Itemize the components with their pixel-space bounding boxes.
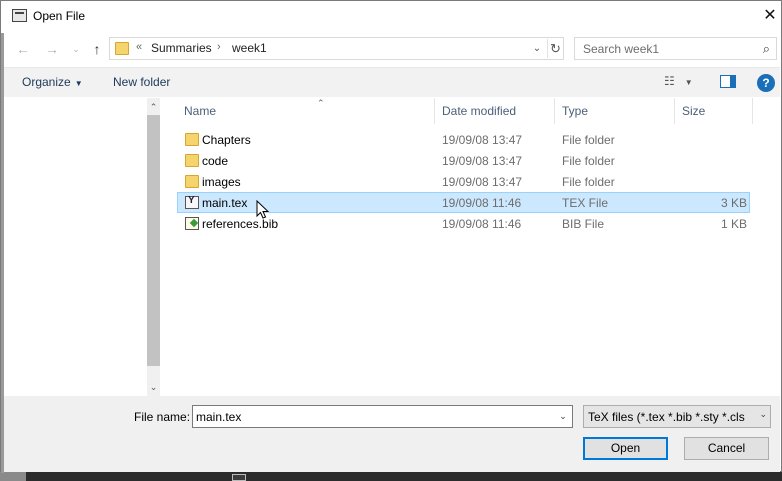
file-row-code[interactable]: code 19/09/08 13:47 File folder [177, 150, 750, 171]
file-type: File folder [562, 175, 615, 189]
caret-down-icon: ▼ [74, 79, 83, 88]
details-view-icon: ☷ [664, 74, 675, 88]
column-date-label: Date modified [442, 104, 517, 118]
navigation-scrollbar[interactable]: ⌃ ⌄ [147, 98, 160, 396]
file-size: 3 KB [720, 196, 747, 210]
open-button[interactable]: Open [583, 437, 668, 460]
up-arrow-icon: ↑ [93, 41, 101, 57]
help-icon: ? [762, 76, 770, 90]
close-button[interactable]: ✕ [759, 5, 781, 27]
file-size: 1 KB [720, 217, 747, 231]
file-name-dropdown-button[interactable]: ⌄ [556, 408, 570, 425]
forward-button[interactable]: → [42, 39, 62, 59]
file-date: 19/09/08 13:47 [442, 133, 523, 147]
up-button[interactable]: ↑ [87, 39, 107, 59]
folder-icon [185, 154, 199, 167]
bib-file-icon [185, 217, 199, 230]
background-icon [232, 474, 246, 481]
organize-label: Organize [22, 75, 71, 89]
app-icon [12, 9, 27, 22]
file-name: code [202, 154, 229, 168]
scroll-down-arrow-icon[interactable]: ⌄ [147, 380, 160, 394]
forward-arrow-icon: → [45, 41, 59, 57]
background-taskbar-strip [0, 472, 782, 481]
column-name-label: Name [184, 104, 217, 118]
file-name-field[interactable]: main.tex ⌄ [192, 405, 573, 428]
caret-down-icon: ▼ [684, 78, 693, 87]
refresh-button[interactable]: ↻ [547, 39, 563, 58]
breadcrumb-summaries[interactable]: Summaries [151, 41, 212, 55]
column-header-name[interactable]: Name ⌃ [177, 98, 435, 124]
sort-ascending-icon: ⌃ [317, 98, 325, 108]
recent-locations-button[interactable]: ⌄ [66, 39, 86, 59]
command-toolbar: Organize ▼ New folder ☷ ▼ ? [4, 67, 780, 97]
scroll-up-arrow-icon[interactable]: ⌃ [147, 100, 160, 114]
column-type-label: Type [562, 104, 589, 118]
file-type-select[interactable]: TeX files (*.tex *.bib *.sty *.cls *. ⌄ [583, 405, 771, 428]
folder-icon [185, 133, 199, 146]
new-folder-button[interactable]: New folder [113, 75, 170, 89]
file-name-value: main.tex [196, 410, 242, 424]
search-icon[interactable]: ⌕ [763, 41, 770, 57]
preview-pane-button[interactable] [720, 75, 736, 88]
chevron-down-icon: ⌄ [532, 43, 542, 54]
column-header-date[interactable]: Date modified [435, 98, 555, 124]
organize-menu[interactable]: Organize ▼ [22, 75, 83, 89]
file-name: Chapters [202, 133, 251, 147]
chevron-down-icon: ⌄ [72, 44, 80, 54]
chevron-down-icon: ⌄ [559, 411, 567, 421]
file-row-images[interactable]: images 19/09/08 13:47 File folder [177, 171, 750, 192]
mouse-cursor-icon [256, 200, 270, 219]
navigation-pane[interactable]: ⌃ ⌄ [4, 98, 160, 396]
chevron-right-icon: › [217, 41, 221, 53]
file-date: 19/09/08 13:47 [442, 154, 523, 168]
address-dropdown-button[interactable]: ⌄ [529, 39, 545, 58]
file-list: Name ⌃ Date modified Type Size Chapters … [160, 98, 780, 396]
window-title: Open File [33, 9, 86, 23]
column-header-type[interactable]: Type [555, 98, 675, 124]
help-button[interactable]: ? [757, 74, 775, 92]
title-bar: Open File ✕ [1, 1, 781, 32]
refresh-icon: ↻ [550, 41, 561, 56]
back-button[interactable]: ← [13, 39, 33, 59]
tex-file-icon [185, 195, 199, 209]
column-size-label: Size [682, 104, 706, 118]
file-name: images [202, 175, 241, 189]
file-type: TEX File [562, 196, 609, 210]
back-arrow-icon: ← [16, 41, 30, 57]
file-date: 19/09/08 11:46 [442, 196, 522, 210]
file-type: BIB File [562, 217, 605, 231]
open-file-dialog: Open File ✕ ← → ⌄ ↑ « Summaries › week1 … [0, 0, 782, 473]
folder-icon [185, 175, 199, 188]
file-type: File folder [562, 154, 615, 168]
file-type: File folder [562, 133, 615, 147]
search-placeholder: Search week1 [583, 42, 660, 56]
file-name: main.tex [202, 196, 248, 210]
cancel-button[interactable]: Cancel [684, 437, 769, 460]
chevron-down-icon: ⌄ [759, 409, 767, 419]
file-row-chapters[interactable]: Chapters 19/09/08 13:47 File folder [177, 129, 750, 150]
address-bar[interactable]: « Summaries › week1 ⌄ ↻ [109, 37, 564, 60]
file-type-value: TeX files (*.tex *.bib *.sty *.cls *. [588, 410, 748, 424]
close-icon: ✕ [763, 7, 777, 24]
search-box[interactable]: Search week1 ⌕ [574, 37, 777, 60]
folder-icon [115, 42, 129, 55]
file-date: 19/09/08 13:47 [442, 175, 523, 189]
file-date: 19/09/08 11:46 [442, 217, 522, 231]
scrollbar-thumb[interactable] [147, 115, 160, 366]
bottom-panel: File name: main.tex ⌄ TeX files (*.tex *… [4, 396, 780, 472]
breadcrumb-week1[interactable]: week1 [232, 41, 267, 55]
change-view-button[interactable]: ☷ ▼ [664, 74, 704, 92]
address-overflow[interactable]: « [136, 41, 142, 53]
column-header-size[interactable]: Size [675, 98, 753, 124]
navigation-bar: ← → ⌄ ↑ « Summaries › week1 ⌄ ↻ Search w… [4, 33, 780, 64]
background-panel [0, 472, 26, 481]
file-name-label: File name: [134, 410, 191, 424]
